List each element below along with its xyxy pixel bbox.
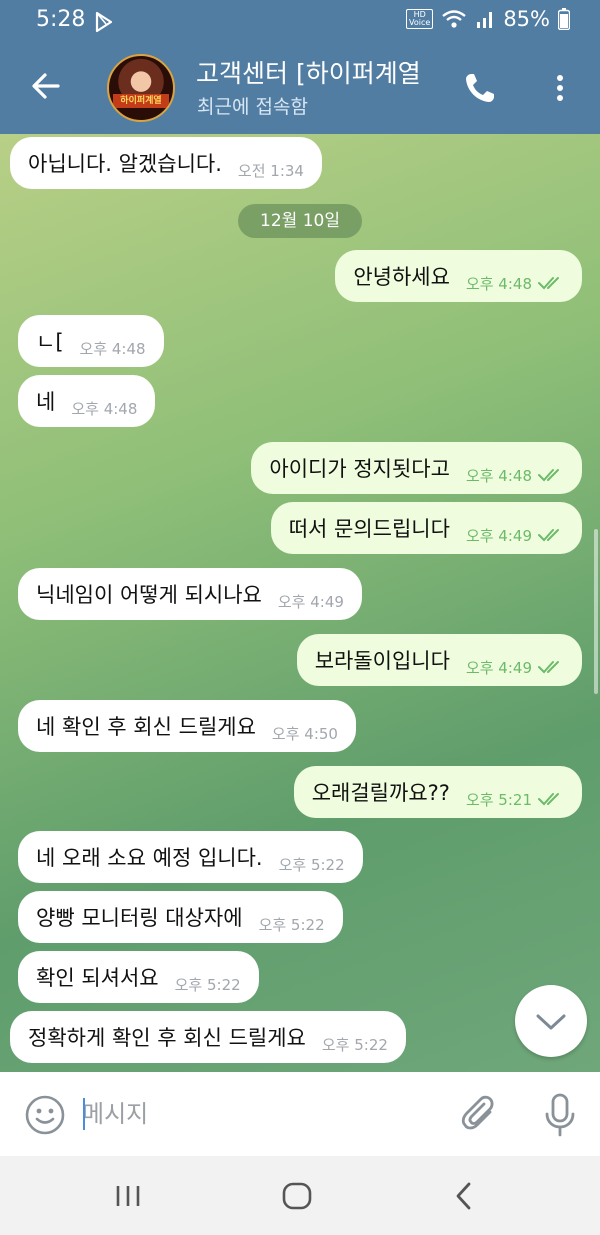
avatar-badge-text: 하이퍼계열 bbox=[113, 94, 169, 108]
date-divider: 12월 10일 bbox=[238, 204, 362, 238]
message-meta: 오후 4:50 bbox=[272, 723, 338, 744]
microphone-icon[interactable] bbox=[540, 1092, 580, 1138]
incoming-message[interactable]: 네 오후 4:48 bbox=[18, 375, 156, 427]
outgoing-message[interactable]: 떠서 문의드립니다 오후 4:49 bbox=[270, 502, 582, 554]
message-time: 오후 5:22 bbox=[174, 975, 241, 994]
message-meta: 오후 4:49 bbox=[278, 591, 344, 612]
incoming-message[interactable]: 양빵 모니터링 대상자에 오후 5:22 bbox=[18, 891, 343, 943]
message-meta: 오후 4:48 bbox=[71, 398, 137, 419]
message-text: 아이디가 정지됫다고 bbox=[269, 457, 450, 481]
message-meta: 오후 5:22 bbox=[175, 974, 241, 995]
chat-title[interactable]: 고객센터 [하이퍼계열 bbox=[196, 54, 446, 90]
message-text: 보라돌이입니다 bbox=[314, 649, 450, 673]
incoming-message[interactable]: 닉네임이 어떻게 되시나요 오후 4:49 bbox=[18, 568, 362, 620]
message-meta: 오후 4:49 bbox=[466, 657, 564, 678]
message-text: 네 확인 후 회신 드릴게요 bbox=[36, 715, 256, 739]
incoming-message[interactable]: ㄴ[ 오후 4:48 bbox=[18, 315, 164, 367]
scrollbar[interactable] bbox=[594, 529, 598, 694]
message-time: 오후 5:22 bbox=[258, 915, 325, 934]
message-text: 닉네임이 어떻게 되시나요 bbox=[36, 583, 262, 607]
hd-voice-icon: HD Voice bbox=[406, 9, 434, 29]
chat-header: 하이퍼계열 고객센터 [하이퍼계열 최근에 접속함 bbox=[0, 42, 600, 134]
double-check-icon bbox=[538, 529, 559, 542]
message-time: 오후 4:48 bbox=[465, 274, 532, 293]
avatar[interactable]: 하이퍼계열 bbox=[107, 54, 175, 122]
double-check-icon bbox=[538, 661, 559, 674]
battery-percent: 85% bbox=[503, 7, 550, 31]
double-check-icon bbox=[538, 277, 559, 290]
message-meta: 오후 4:48 bbox=[466, 465, 564, 486]
message-input[interactable] bbox=[82, 1090, 442, 1138]
message-time: 오후 5:22 bbox=[278, 855, 345, 874]
message-time: 오후 4:49 bbox=[465, 658, 532, 677]
back-arrow-icon[interactable] bbox=[28, 68, 64, 104]
incoming-message[interactable]: 정확하게 확인 후 회신 드릴게요 오후 5:22 bbox=[10, 1011, 406, 1063]
recent-apps-icon[interactable] bbox=[108, 1176, 148, 1216]
system-nav-bar bbox=[0, 1156, 600, 1235]
double-check-icon bbox=[538, 793, 559, 806]
message-text: 안녕하세요 bbox=[353, 265, 450, 289]
status-time: 5:28 bbox=[36, 7, 86, 32]
message-meta: 오후 4:49 bbox=[466, 525, 564, 546]
text-cursor bbox=[83, 1098, 85, 1130]
wifi-icon bbox=[442, 10, 467, 28]
message-meta: 오후 4:48 bbox=[466, 273, 564, 294]
message-time: 오전 1:34 bbox=[237, 161, 304, 180]
last-seen-status: 최근에 접속함 bbox=[197, 96, 308, 118]
message-time: 오후 4:48 bbox=[71, 399, 138, 418]
message-meta: 오후 5:22 bbox=[279, 854, 345, 875]
message-time: 오후 4:48 bbox=[465, 466, 532, 485]
incoming-message[interactable]: 아닙니다. 알겠습니다. 오전 1:34 bbox=[10, 137, 322, 189]
outgoing-message[interactable]: 안녕하세요 오후 4:48 bbox=[335, 250, 582, 302]
message-meta: 오후 5:22 bbox=[259, 914, 325, 935]
message-text: 정확하게 확인 후 회신 드릴게요 bbox=[28, 1026, 306, 1050]
message-time: 오후 4:49 bbox=[465, 526, 532, 545]
home-icon[interactable] bbox=[277, 1176, 317, 1216]
status-bar: 5:28 HD Voice 85% bbox=[0, 0, 600, 42]
message-list[interactable]: 12월 10일 아닙니다. 알겠습니다. 오전 1:34 안녕하세요 오후 4:48 ㄴ… bbox=[0, 134, 600, 1072]
battery-icon bbox=[558, 8, 570, 30]
outgoing-message[interactable]: 오래걸릴까요?? 오후 5:21 bbox=[293, 766, 582, 818]
signal-icon bbox=[477, 12, 493, 28]
message-meta: 오후 5:21 bbox=[466, 789, 564, 810]
message-meta: 오후 5:22 bbox=[322, 1034, 388, 1055]
double-check-icon bbox=[538, 469, 559, 482]
composer bbox=[0, 1072, 600, 1156]
message-time: 오후 4:48 bbox=[79, 339, 146, 358]
emoji-icon[interactable] bbox=[24, 1094, 66, 1136]
message-meta: 오전 1:34 bbox=[238, 160, 304, 181]
message-time: 오후 4:49 bbox=[277, 592, 344, 611]
incoming-message[interactable]: 확인 되셔서요 오후 5:22 bbox=[18, 951, 259, 1003]
message-text: 확인 되셔서요 bbox=[36, 966, 159, 990]
more-vertical-icon[interactable] bbox=[548, 70, 572, 106]
incoming-message[interactable]: 네 오래 소요 예정 입니다. 오후 5:22 bbox=[18, 831, 363, 883]
chevron-down-icon[interactable] bbox=[515, 985, 587, 1057]
nav-back-icon[interactable] bbox=[445, 1176, 485, 1216]
message-text: 아닙니다. 알겠습니다. bbox=[28, 152, 222, 176]
message-text: 양빵 모니터링 대상자에 bbox=[36, 906, 243, 930]
phone-icon[interactable] bbox=[462, 70, 498, 106]
paperclip-icon[interactable] bbox=[460, 1094, 500, 1136]
message-time: 오후 4:50 bbox=[271, 724, 338, 743]
message-text: 네 bbox=[36, 390, 56, 414]
outgoing-message[interactable]: 보라돌이입니다 오후 4:49 bbox=[296, 634, 582, 686]
message-text: 오래걸릴까요?? bbox=[311, 781, 450, 805]
message-meta: 오후 4:48 bbox=[80, 338, 146, 359]
outgoing-message[interactable]: 아이디가 정지됫다고 오후 4:48 bbox=[251, 442, 582, 494]
message-text: ㄴ[ bbox=[36, 330, 64, 354]
message-text: 네 오래 소요 예정 입니다. bbox=[36, 846, 263, 870]
incoming-message[interactable]: 네 확인 후 회신 드릴게요 오후 4:50 bbox=[18, 700, 356, 752]
message-time: 오후 5:22 bbox=[321, 1035, 388, 1054]
message-time: 오후 5:21 bbox=[465, 790, 532, 809]
play-store-icon bbox=[95, 11, 113, 33]
message-text: 떠서 문의드립니다 bbox=[288, 517, 450, 541]
